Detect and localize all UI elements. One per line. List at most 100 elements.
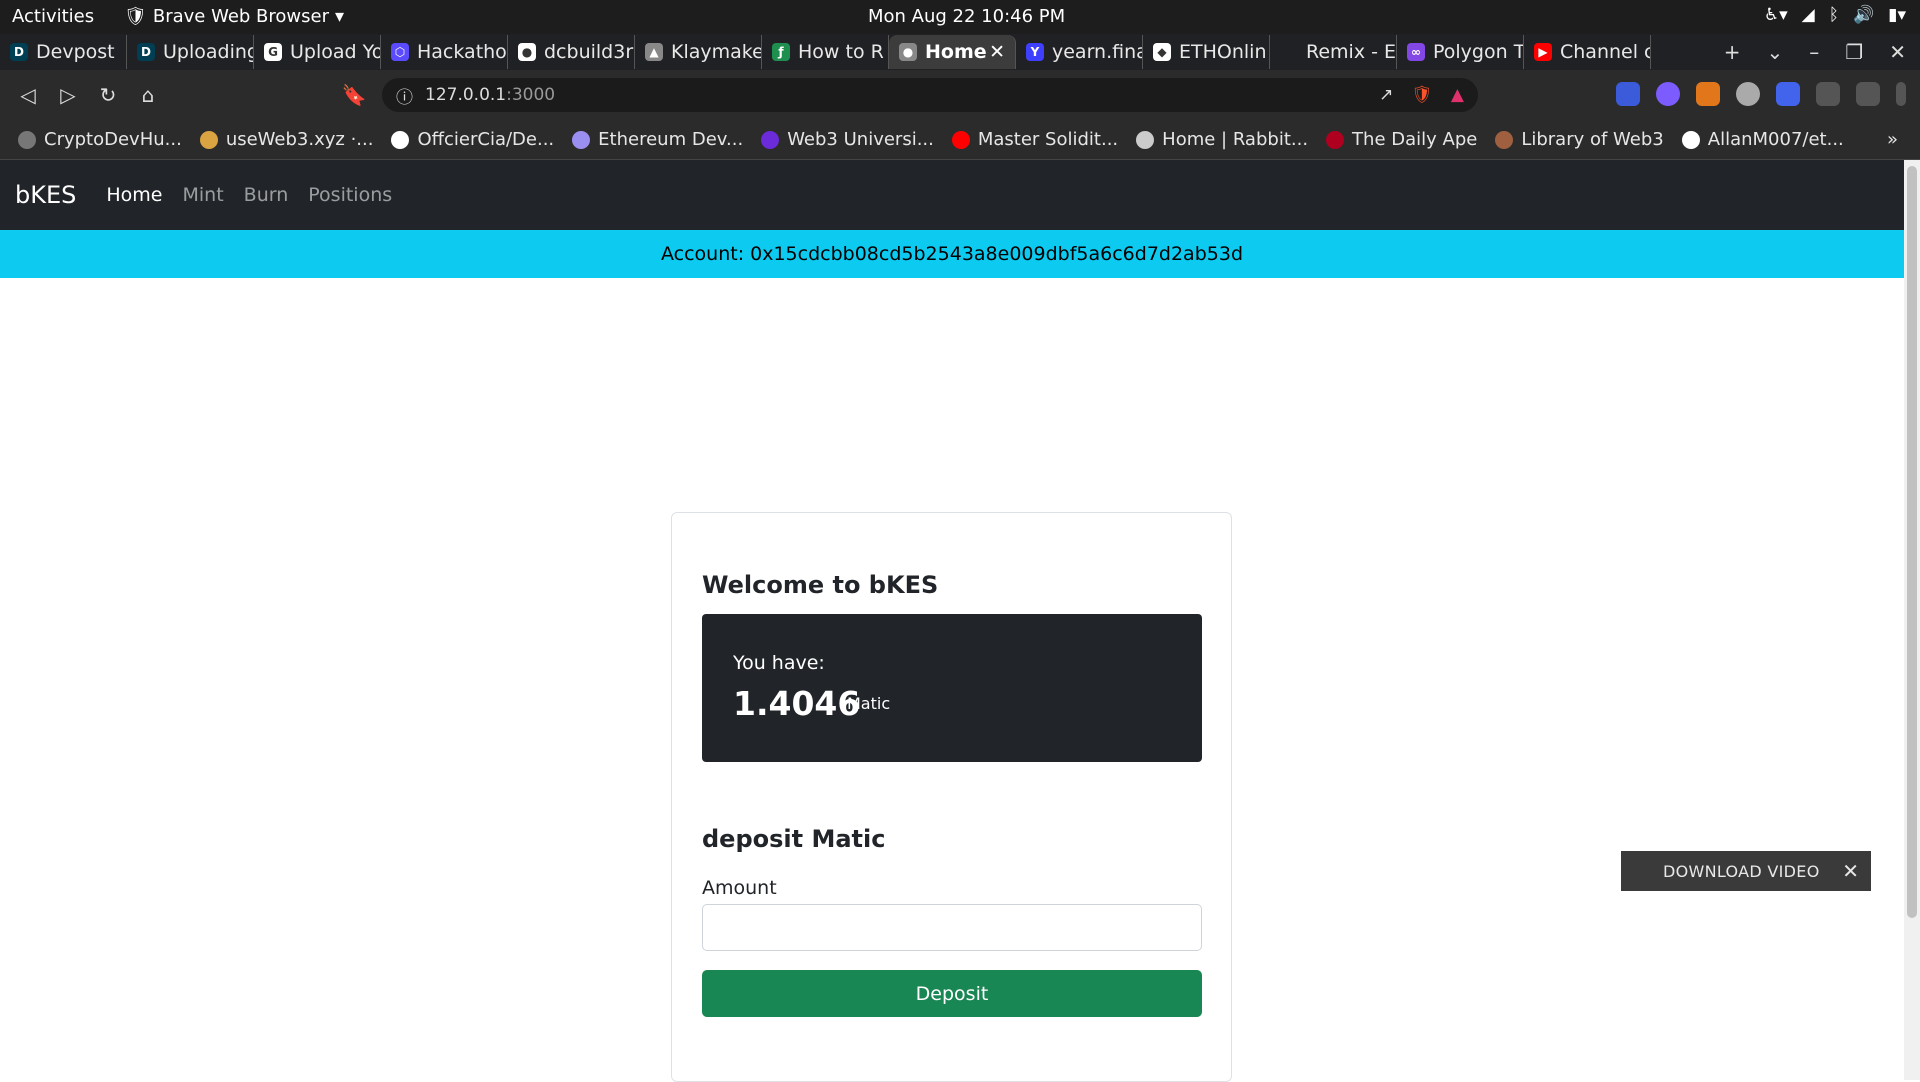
wallet-icon[interactable] bbox=[1856, 82, 1880, 106]
nav-home[interactable]: Home bbox=[106, 184, 162, 206]
bookmarks-bar: CryptoDevHu... useWeb3.xyz ·... OffcierCia… bbox=[0, 120, 1920, 160]
tab-label: How to R bbox=[798, 41, 884, 63]
bookmark-icon[interactable]: 🔖 bbox=[334, 83, 374, 107]
reload-icon[interactable]: ↻ bbox=[88, 83, 128, 107]
extension-icon-2[interactable] bbox=[1656, 82, 1680, 106]
extension-icon-5[interactable] bbox=[1776, 82, 1800, 106]
url-port: :3000 bbox=[506, 85, 556, 105]
browser-tab[interactable]: ◆ ETHOnlin bbox=[1143, 35, 1270, 69]
nav-burn[interactable]: Burn bbox=[244, 184, 289, 206]
tab-search-icon[interactable]: ⌄ bbox=[1767, 40, 1784, 64]
browser-tab[interactable]: Remix - E bbox=[1270, 35, 1397, 69]
browser-tab[interactable]: ⬡ Hackatho bbox=[381, 35, 508, 69]
metamask-icon[interactable] bbox=[1696, 82, 1720, 106]
menu-icon[interactable] bbox=[1896, 82, 1906, 106]
tab-favicon-icon: ● bbox=[899, 43, 917, 61]
bookmark-item[interactable]: Master Solidit... bbox=[951, 129, 1118, 150]
bluetooth-icon[interactable]: ᛒ bbox=[1829, 5, 1839, 25]
bookmark-item[interactable]: Ethereum Dev... bbox=[572, 129, 743, 150]
bookmark-label: The Daily Ape bbox=[1352, 129, 1478, 150]
browser-tab[interactable]: ● dcbuild3r bbox=[508, 35, 635, 69]
wifi-icon[interactable]: ◢ bbox=[1802, 5, 1815, 25]
browser-tab[interactable]: D Uploading bbox=[127, 35, 254, 69]
balance-amount: 1.4046 bbox=[733, 684, 861, 723]
brave-shields-icon[interactable]: 🛡 bbox=[1411, 85, 1433, 105]
tab-favicon-icon: ƒ bbox=[772, 43, 790, 61]
amount-input[interactable] bbox=[702, 904, 1202, 951]
nav-positions[interactable]: Positions bbox=[308, 184, 392, 206]
close-window-icon[interactable]: ✕ bbox=[1889, 40, 1906, 64]
bookmark-item[interactable]: useWeb3.xyz ·... bbox=[199, 129, 374, 150]
tab-label: Devpost bbox=[36, 41, 115, 63]
volume-icon[interactable]: 🔊 bbox=[1853, 5, 1874, 25]
balance-unit: Matic bbox=[847, 694, 891, 713]
system-tray[interactable]: ♿▾ ◢ ᛒ 🔊 ▮▾ bbox=[1764, 5, 1906, 25]
browser-tab[interactable]: ƒ How to R bbox=[762, 35, 889, 69]
extension-icon-1[interactable] bbox=[1616, 82, 1640, 106]
clock[interactable]: Mon Aug 22 10:46 PM bbox=[868, 6, 1065, 27]
browser-tab[interactable]: Yyearn.fina bbox=[1016, 35, 1143, 69]
bookmark-label: AllanM007/et... bbox=[1707, 129, 1844, 150]
bookmark-item[interactable]: Home | Rabbit... bbox=[1136, 129, 1308, 150]
tab-label: Channel c bbox=[1560, 41, 1651, 63]
tab-label: Klaymake bbox=[671, 41, 762, 63]
bookmarks-overflow-icon[interactable]: » bbox=[1887, 129, 1898, 150]
browser-tab[interactable]: D Devpost bbox=[0, 35, 127, 69]
nav-mint[interactable]: Mint bbox=[182, 184, 223, 206]
bookmark-label: Ethereum Dev... bbox=[598, 129, 744, 150]
close-icon[interactable]: ✕ bbox=[1842, 859, 1859, 883]
tab-favicon-icon bbox=[1280, 43, 1298, 61]
battery-icon[interactable]: ▮▾ bbox=[1888, 5, 1906, 25]
bookmark-item[interactable]: The Daily Ape bbox=[1326, 129, 1477, 150]
browser-tab[interactable]: ▶ Channel c bbox=[1524, 35, 1651, 69]
extension-icon-4[interactable] bbox=[1736, 82, 1760, 106]
download-video-label[interactable]: DOWNLOAD VIDEO bbox=[1663, 862, 1820, 881]
browser-tab[interactable]: ∞ Polygon T bbox=[1397, 35, 1524, 69]
tab-favicon-icon: ● bbox=[518, 43, 536, 61]
tab-close-icon[interactable]: ✕ bbox=[989, 41, 1005, 63]
page-scrollbar[interactable] bbox=[1904, 160, 1920, 1080]
bookmark-favicon-icon bbox=[391, 130, 410, 149]
bookmark-label: Home | Rabbit... bbox=[1162, 129, 1309, 150]
bookmark-item[interactable]: OffcierCia/De... bbox=[391, 129, 554, 150]
bookmark-label: OffcierCia/De... bbox=[417, 129, 555, 150]
tab-favicon-icon: D bbox=[137, 43, 155, 61]
accessibility-icon[interactable]: ♿▾ bbox=[1764, 5, 1788, 25]
forward-icon[interactable]: ▷ bbox=[48, 83, 88, 107]
minimize-icon[interactable]: – bbox=[1809, 40, 1819, 64]
share-icon[interactable]: ↗ bbox=[1379, 85, 1393, 105]
bookmark-favicon-icon bbox=[761, 130, 780, 149]
app-brand[interactable]: bKES bbox=[15, 181, 76, 209]
bookmark-item[interactable]: AllanM007/et... bbox=[1681, 129, 1844, 150]
brave-rewards-icon[interactable]: ▲ bbox=[1451, 85, 1464, 105]
tab-favicon-icon: D bbox=[10, 43, 28, 61]
tab-favicon-icon: Y bbox=[1026, 43, 1044, 61]
brave-icon: 🛡 bbox=[124, 6, 147, 27]
deposit-card: Welcome to bKES You have: 1.4046 Matic d… bbox=[671, 512, 1232, 1082]
bookmark-item[interactable]: Library of Web3 bbox=[1495, 129, 1664, 150]
download-video-overlay[interactable]: DOWNLOAD VIDEO ✕ bbox=[1621, 851, 1871, 891]
address-bar[interactable]: ⓘ 127.0.0.1:3000 ↗ 🛡 ▲ bbox=[382, 78, 1478, 112]
home-icon[interactable]: ⌂ bbox=[128, 83, 168, 107]
browser-tab[interactable]: ● Home ✕ bbox=[889, 35, 1016, 69]
site-info-icon[interactable]: ⓘ bbox=[396, 83, 413, 108]
chevron-down-icon: ▾ bbox=[335, 6, 345, 27]
deposit-button[interactable]: Deposit bbox=[702, 970, 1202, 1017]
bookmark-item[interactable]: Web3 Universi... bbox=[761, 129, 934, 150]
tab-label: Home bbox=[925, 41, 987, 63]
activities-button[interactable]: Activities bbox=[12, 6, 94, 27]
bookmark-favicon-icon bbox=[1326, 130, 1345, 149]
browser-tab[interactable]: ▲ Klaymake bbox=[635, 35, 762, 69]
puzzle-icon[interactable] bbox=[1816, 82, 1840, 106]
back-icon[interactable]: ◁ bbox=[8, 83, 48, 107]
tab-label: Polygon T bbox=[1433, 41, 1524, 63]
scrollbar-thumb[interactable] bbox=[1907, 166, 1917, 918]
bookmark-item[interactable]: CryptoDevHu... bbox=[18, 129, 182, 150]
tab-favicon-icon: ∞ bbox=[1407, 43, 1425, 61]
browser-toolbar: ◁ ▷ ↻ ⌂ 🔖 ⓘ 127.0.0.1:3000 ↗ 🛡 ▲ bbox=[0, 70, 1920, 120]
browser-tab[interactable]: G Upload Yo bbox=[254, 35, 381, 69]
bookmark-label: useWeb3.xyz ·... bbox=[225, 129, 374, 150]
restore-icon[interactable]: ❐ bbox=[1845, 40, 1863, 64]
app-menu[interactable]: 🛡 Brave Web Browser ▾ bbox=[124, 6, 344, 27]
new-tab-button[interactable]: + bbox=[1724, 40, 1741, 64]
